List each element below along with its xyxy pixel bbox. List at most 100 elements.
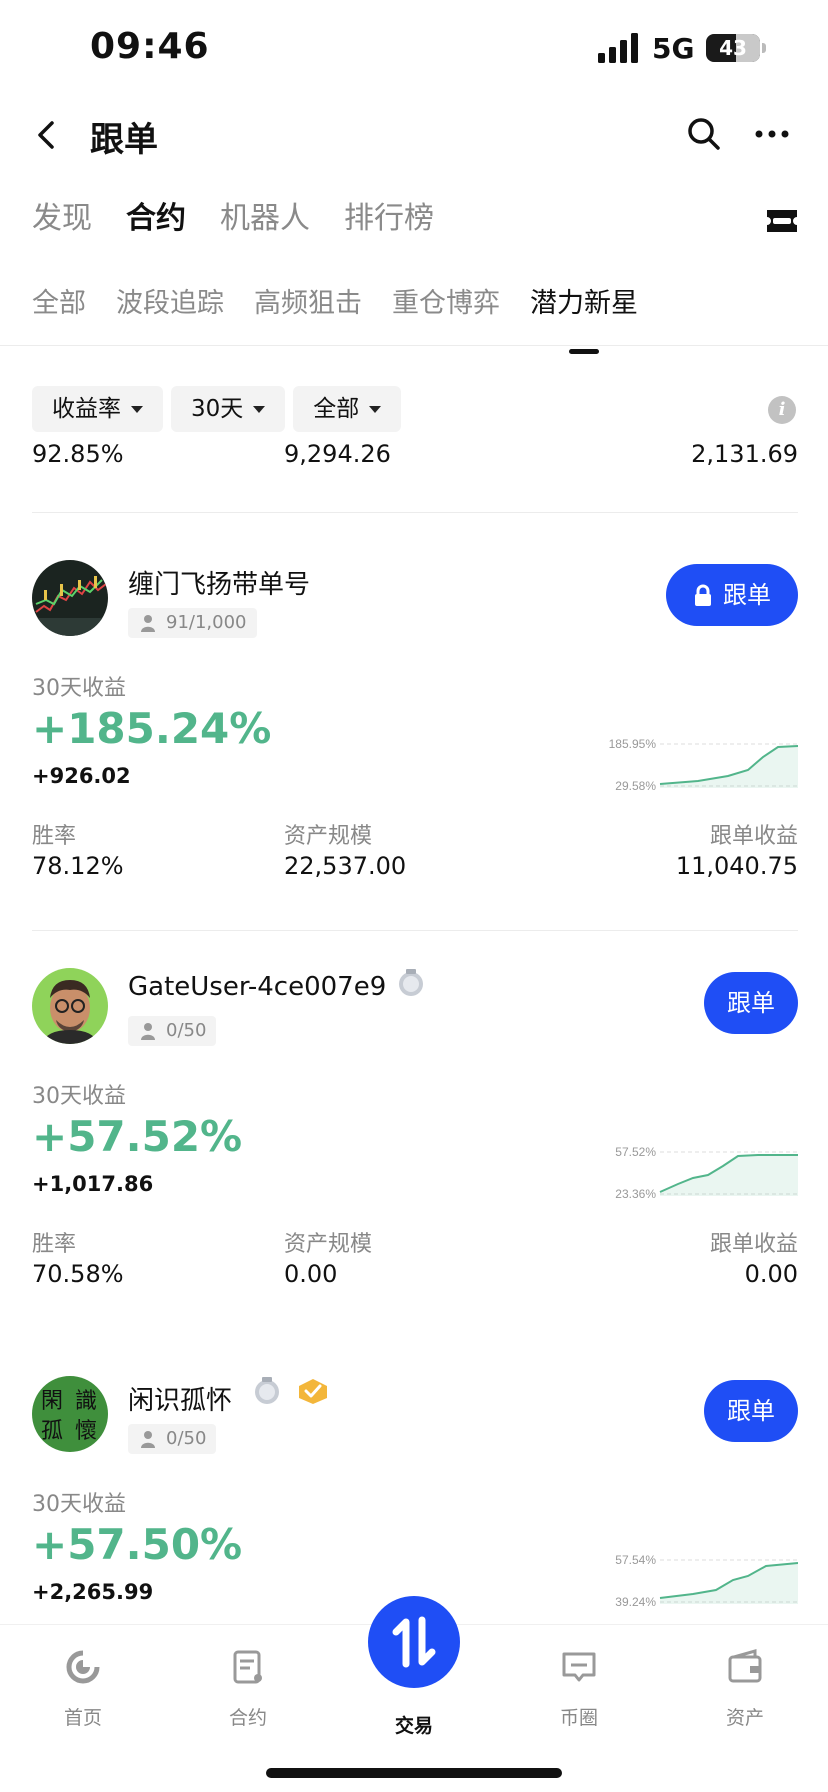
signal-icon (598, 33, 638, 63)
win-rate-value: 70.58% (32, 1260, 124, 1288)
copy-pnl-value: 0.00 (744, 1260, 798, 1288)
nav-assets[interactable]: 资产 (685, 1647, 805, 1730)
subtab-hft[interactable]: 高频狙击 (254, 282, 362, 332)
tab-leaderboard[interactable]: 排行榜 (344, 196, 434, 246)
followers-badge: 0/50 (128, 1424, 217, 1454)
main-tabs: 发现 合约 机器人 排行榜 (32, 196, 434, 246)
subtab-heavy[interactable]: 重仓博弈 (392, 282, 500, 332)
app-header: 跟单 (0, 100, 828, 170)
back-icon[interactable] (30, 118, 64, 152)
filter-sort-label: 收益率 (52, 396, 121, 422)
person-icon (141, 1431, 155, 1448)
trader-card[interactable]: GateUser-4ce007e9 0/50 跟单 30天收益 +57.52% … (32, 968, 798, 1340)
summary-value-1: 92.85% (32, 440, 124, 468)
filter-period[interactable]: 30天 (171, 386, 286, 432)
summary-value-3: 2,131.69 (691, 440, 798, 468)
pnl-value: +1,017.86 (32, 1172, 154, 1196)
subtab-rising-stars[interactable]: 潜力新星 (530, 282, 638, 354)
follow-button[interactable]: 跟单 (704, 1380, 798, 1442)
ticket-icon[interactable] (764, 206, 800, 236)
trader-name[interactable]: 闲识孤怀 (128, 1380, 232, 1417)
roi-value: +185.24% (32, 704, 272, 753)
filter-sort[interactable]: 收益率 (32, 386, 163, 432)
win-rate-label: 胜率 (32, 1232, 77, 1257)
person-icon (141, 1023, 155, 1040)
info-icon[interactable]: i (768, 396, 796, 424)
home-icon (66, 1650, 100, 1684)
nav-assets-label: 资产 (725, 1707, 764, 1729)
sub-tabs: 全部 波段追踪 高频狙击 重仓博弈 潜力新星 (32, 282, 638, 354)
nav-home[interactable]: 首页 (23, 1647, 143, 1730)
pnl-value: +2,265.99 (32, 1580, 154, 1604)
caret-down-icon (131, 405, 143, 413)
avatar-char: 閑 (41, 1389, 63, 1414)
more-icon[interactable] (754, 122, 790, 146)
trade-button[interactable] (368, 1596, 460, 1688)
tab-discover[interactable]: 发现 (32, 196, 92, 246)
home-indicator (266, 1768, 562, 1778)
roi-sparkline: 185.95% 29.58% (609, 737, 798, 792)
roi-sparkline: 57.54% 39.24% (615, 1553, 798, 1608)
trader-card[interactable]: 缠门飞扬带单号 91/1,000 跟单 30天收益 +185.24% +926.… (32, 560, 798, 932)
trader-card[interactable]: 閑 識 孤 懷 闲识孤怀 0/50 跟单 30天收益 +57.50% +2,26… (32, 1376, 798, 1626)
contract-icon (233, 1650, 262, 1684)
spark-min-label: 29.58% (615, 779, 656, 792)
avatar-char: 孤 (41, 1419, 63, 1444)
battery-level: 43 (719, 36, 747, 60)
aum-label: 资产规模 (284, 1232, 373, 1257)
roi-value: +57.50% (32, 1520, 243, 1569)
filter-scope-label: 全部 (313, 396, 360, 422)
roi-sparkline: 57.52% 23.36% (615, 1145, 798, 1200)
divider (32, 930, 798, 931)
spark-max-label: 57.52% (615, 1145, 656, 1159)
pnl-value: +926.02 (32, 764, 131, 788)
copy-pnl-label: 跟单收益 (709, 1232, 798, 1257)
page-title: 跟单 (90, 120, 158, 160)
tab-contract[interactable]: 合约 (126, 196, 186, 246)
caret-down-icon (369, 405, 382, 413)
person-icon (141, 615, 155, 632)
wallet-icon (728, 1649, 762, 1683)
divider (0, 345, 828, 346)
avatar-char: 懷 (75, 1419, 97, 1444)
spark-min-label: 39.24% (615, 1595, 656, 1608)
verified-icon (299, 1379, 327, 1404)
subtab-all[interactable]: 全部 (32, 282, 86, 332)
copy-pnl-label: 跟单收益 (709, 824, 798, 849)
roi-label: 30天收益 (32, 1492, 126, 1517)
avatar[interactable] (32, 968, 108, 1044)
avatar[interactable] (32, 560, 108, 636)
status-time: 09:46 (90, 26, 210, 67)
follow-button-label: 跟单 (723, 581, 771, 609)
subtab-swing[interactable]: 波段追踪 (116, 282, 224, 332)
avatar[interactable]: 閑 識 孤 懷 (32, 1376, 108, 1452)
network-label: 5G (652, 32, 695, 65)
follow-button-label: 跟单 (727, 989, 775, 1017)
nav-contract[interactable]: 合约 (188, 1647, 308, 1730)
filter-period-label: 30天 (191, 396, 244, 422)
follow-button[interactable]: 跟单 (666, 564, 798, 626)
followers-count: 0/50 (166, 1020, 207, 1041)
nav-community[interactable]: 币圈 (519, 1647, 639, 1730)
search-icon[interactable] (686, 116, 722, 152)
summary-row: 92.85% 9,294.26 2,131.69 (32, 440, 798, 476)
tab-bots[interactable]: 机器人 (220, 196, 310, 246)
nav-home-label: 首页 (63, 1707, 102, 1729)
trader-name[interactable]: GateUser-4ce007e9 (128, 972, 386, 1002)
medal-icon (399, 969, 423, 996)
filter-scope[interactable]: 全部 (293, 386, 402, 432)
aum-value: 22,537.00 (284, 852, 407, 880)
spark-max-label: 185.95% (609, 737, 657, 751)
summary-value-2: 9,294.26 (284, 440, 391, 468)
trade-icon (392, 1616, 436, 1668)
follow-button[interactable]: 跟单 (704, 972, 798, 1034)
win-rate-label: 胜率 (32, 824, 77, 849)
status-bar: 09:46 5G 43 (0, 0, 828, 100)
aum-label: 资产规模 (284, 824, 373, 849)
follow-button-label: 跟单 (727, 1397, 775, 1425)
nav-contract-label: 合约 (228, 1707, 267, 1729)
roi-value: +57.52% (32, 1112, 243, 1161)
trader-name[interactable]: 缠门飞扬带单号 (128, 564, 310, 601)
followers-count: 0/50 (166, 1428, 207, 1449)
followers-badge: 0/50 (128, 1016, 217, 1046)
